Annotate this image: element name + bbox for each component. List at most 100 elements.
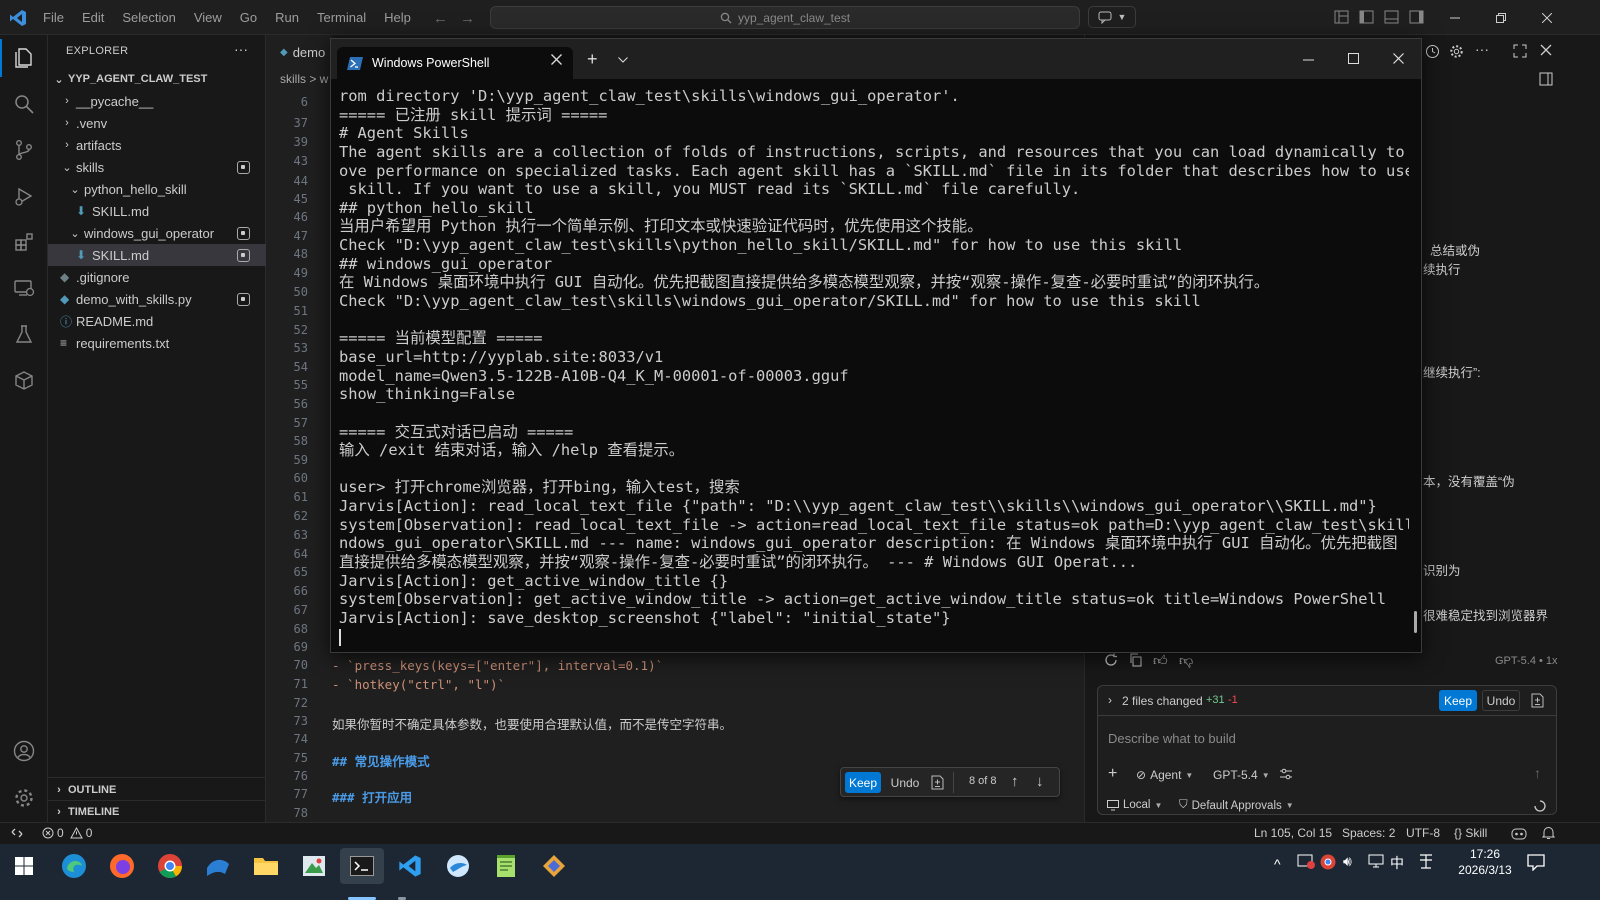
close-window-button[interactable] [1393, 53, 1404, 64]
retry-icon[interactable] [1104, 653, 1118, 667]
workspace-root[interactable]: ⌄ YYP_AGENT_CLAW_TEST [48, 68, 266, 90]
settings-gear-icon[interactable] [0, 775, 48, 821]
notepad-icon[interactable] [484, 848, 528, 884]
menu-edit[interactable]: Edit [73, 0, 113, 35]
app-bird-icon[interactable] [436, 848, 480, 884]
language-mode[interactable]: {} Skill [1454, 826, 1487, 840]
tree-file-skill-md-1[interactable]: ⬇ SKILL.md [48, 200, 266, 222]
local-dropdown[interactable]: Local ▼ [1107, 799, 1162, 811]
run-debug-icon[interactable] [0, 173, 48, 219]
source-control-icon[interactable] [0, 127, 48, 173]
notifications-bell-icon[interactable] [1542, 826, 1555, 840]
tree-folder-venv[interactable]: › .venv [48, 112, 266, 134]
tools-icon[interactable] [1279, 767, 1293, 781]
breadcrumb[interactable]: skills > w [280, 72, 328, 86]
more-actions-icon[interactable]: ··· [1475, 41, 1489, 57]
keep-button[interactable]: Keep [845, 772, 881, 793]
diff-file-icon[interactable] [1531, 693, 1544, 708]
close-tab-icon[interactable] [551, 54, 562, 65]
close-window-button[interactable] [1524, 0, 1570, 35]
snipping-tool-icon[interactable] [292, 848, 336, 884]
tree-file-demo-with-skills[interactable]: ◆ demo_with_skills.py [48, 288, 266, 310]
copilot-menu-button[interactable]: ▼ [1088, 6, 1136, 28]
menu-help[interactable]: Help [375, 0, 420, 35]
explorer-icon[interactable] [0, 35, 48, 81]
undo-button[interactable]: Undo [887, 772, 923, 793]
add-context-icon[interactable]: + [1108, 765, 1117, 783]
chrome-icon[interactable] [148, 848, 192, 884]
diff-file-icon[interactable] [931, 775, 944, 790]
undo-all-button[interactable]: Undo [1482, 690, 1520, 711]
app-diamond-icon[interactable] [532, 848, 576, 884]
terminal-taskbar-icon[interactable] [340, 848, 384, 884]
copilot-status-icon[interactable] [1511, 826, 1527, 840]
ime-indicator[interactable]: 中 [1390, 853, 1404, 873]
remote-explorer-icon[interactable] [0, 265, 48, 311]
edge-browser-icon[interactable] [52, 848, 96, 884]
search-icon[interactable] [0, 81, 48, 127]
containers-icon[interactable] [0, 357, 48, 403]
tree-folder-skills[interactable]: ⌄ skills [48, 156, 266, 178]
notification-center-icon[interactable] [1527, 853, 1545, 871]
menu-selection[interactable]: Selection [113, 0, 184, 35]
remote-indicator-icon[interactable] [10, 826, 24, 840]
forward-arrow-icon[interactable]: → [460, 10, 475, 27]
cursor-position[interactable]: Ln 105, Col 15 [1254, 826, 1332, 840]
layout-toggle-icon[interactable] [1334, 10, 1349, 24]
tree-folder-artifacts[interactable]: › artifacts [48, 134, 266, 156]
tree-folder-pycache[interactable]: › __pycache__ [48, 90, 266, 112]
tree-file-readme[interactable]: ⓘ README.md [48, 310, 266, 332]
tree-file-gitignore[interactable]: ◆ .gitignore [48, 266, 266, 288]
command-center[interactable]: yyp_agent_claw_test [490, 6, 1080, 29]
editor-tab[interactable]: ◆ demo [266, 35, 332, 70]
windows-start-icon[interactable] [2, 848, 46, 884]
history-icon[interactable] [1425, 44, 1440, 59]
tree-folder-windows-gui-operator[interactable]: ⌄ windows_gui_operator [48, 222, 266, 244]
thumbs-up-icon[interactable]: 👍︎ [1153, 652, 1168, 669]
firefox-icon[interactable] [100, 848, 144, 884]
terminal-output[interactable]: rom directory 'D:\yyp_agent_claw_test\sk… [339, 87, 1409, 628]
files-changed-bar[interactable]: › 2 files changed +31 -1 Keep Undo [1098, 686, 1556, 716]
tray-chrome-icon[interactable] [1320, 854, 1336, 870]
maximize-window-button[interactable] [1348, 53, 1359, 64]
clock[interactable]: 17:26 2026/3/13 [1450, 846, 1520, 878]
toggle-secondary-sidebar-icon[interactable] [1409, 10, 1424, 24]
explorer-more-button[interactable]: ··· [234, 41, 248, 57]
show-hidden-icons-chevron-icon[interactable]: ^ [1274, 856, 1281, 872]
problems-indicator[interactable]: 0 0 [42, 826, 92, 840]
toggle-sidebar-icon[interactable] [1539, 72, 1553, 86]
terminal-scrollbar[interactable] [1414, 611, 1417, 633]
testing-icon[interactable] [0, 311, 48, 357]
maximize-panel-icon[interactable] [1513, 44, 1527, 58]
timeline-section[interactable]: › TIMELINE [48, 801, 266, 823]
chat-input-placeholder[interactable]: Describe what to build [1108, 731, 1236, 746]
minimize-window-button[interactable] [1432, 0, 1478, 35]
outline-section[interactable]: › OUTLINE [48, 779, 266, 801]
thumbs-down-icon[interactable]: 👎︎ [1179, 652, 1193, 669]
toggle-panel-icon[interactable] [1384, 10, 1399, 24]
vscode-taskbar-icon[interactable] [388, 848, 432, 884]
network-icon[interactable] [1368, 854, 1384, 869]
app-blue-icon[interactable] [196, 848, 240, 884]
extensions-icon[interactable] [0, 219, 48, 265]
tray-network-app-icon[interactable] [1297, 854, 1315, 870]
keep-all-button[interactable]: Keep [1439, 690, 1477, 711]
menu-view[interactable]: View [185, 0, 231, 35]
menu-run[interactable]: Run [266, 0, 308, 35]
model-dropdown[interactable]: GPT-5.4 ▼ [1213, 768, 1270, 782]
encoding[interactable]: UTF-8 [1406, 826, 1440, 840]
settings-gear-icon[interactable] [1449, 44, 1464, 59]
send-arrow-icon[interactable]: ↑ [1534, 765, 1541, 781]
tree-file-skill-md-2-selected[interactable]: ⬇ SKILL.md [48, 244, 266, 266]
chevron-down-icon[interactable] [618, 57, 628, 63]
agent-mode-dropdown[interactable]: ⊘ Agent ▼ [1136, 768, 1193, 782]
file-explorer-icon[interactable] [244, 848, 288, 884]
volume-icon[interactable]: 🔊︎ [1343, 853, 1352, 870]
arrow-down-icon[interactable]: ↓ [1036, 773, 1044, 790]
copy-icon[interactable] [1129, 653, 1143, 667]
back-arrow-icon[interactable]: ← [433, 10, 448, 27]
terminal-tab[interactable]: Windows PowerShell [337, 47, 573, 79]
account-icon[interactable] [0, 728, 48, 774]
indentation[interactable]: Spaces: 2 [1342, 826, 1395, 840]
keyboard-layout-icon[interactable] [1418, 854, 1434, 869]
